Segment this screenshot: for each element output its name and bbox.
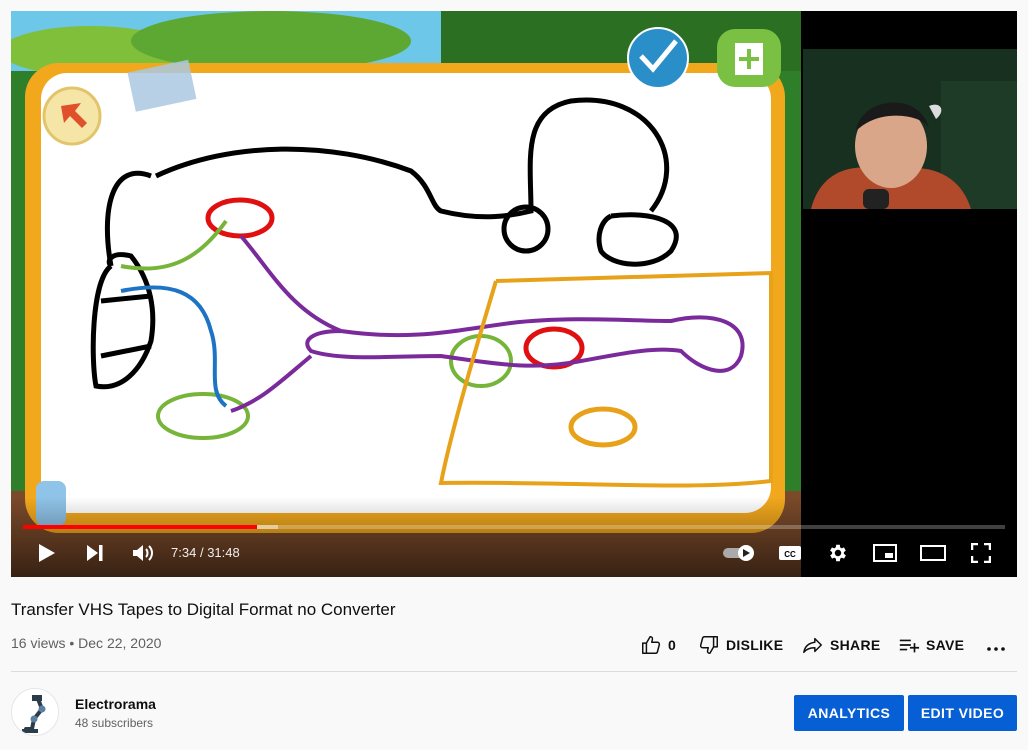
miniplayer-button[interactable] xyxy=(871,539,899,567)
more-actions-button[interactable] xyxy=(986,632,1012,658)
time-separator: / xyxy=(199,545,204,560)
autoplay-toggle[interactable] xyxy=(721,539,757,567)
video-title: Transfer VHS Tapes to Digital Format no … xyxy=(11,600,396,619)
next-button[interactable] xyxy=(83,539,107,567)
dislike-button[interactable]: DISLIKE xyxy=(698,632,783,658)
like-count: 0 xyxy=(668,637,677,653)
subscriber-count: 48 subscribers xyxy=(75,716,154,730)
theater-icon xyxy=(920,545,946,561)
settings-button[interactable] xyxy=(825,539,851,567)
playlist-add-icon xyxy=(899,639,920,653)
captions-button[interactable]: CC xyxy=(777,539,803,567)
thumbs-down-icon xyxy=(699,636,718,654)
upload-date: Dec 22, 2020 xyxy=(78,635,162,651)
share-button[interactable]: SHARE xyxy=(802,632,881,658)
save-button[interactable]: SAVE xyxy=(898,632,964,658)
progress-played xyxy=(23,525,257,529)
share-icon xyxy=(803,637,822,654)
divider xyxy=(11,671,1017,672)
edit-video-button[interactable]: EDIT VIDEO xyxy=(908,695,1017,731)
fullscreen-icon xyxy=(971,543,991,563)
save-label: SAVE xyxy=(926,637,965,653)
progress-bar[interactable] xyxy=(23,525,1005,529)
miniplayer-icon xyxy=(873,544,897,562)
channel-name[interactable]: Electrorama xyxy=(75,696,156,712)
captions-icon: CC xyxy=(779,546,801,560)
volume-icon xyxy=(133,545,153,561)
analytics-button[interactable]: ANALYTICS xyxy=(794,695,904,731)
dislike-label: DISLIKE xyxy=(726,637,784,653)
autoplay-toggle-icon xyxy=(723,545,754,561)
play-button[interactable] xyxy=(35,539,59,567)
thumbs-up-icon xyxy=(642,636,661,654)
view-count: 16 views xyxy=(11,635,66,651)
play-icon xyxy=(39,544,55,562)
share-label: SHARE xyxy=(830,637,881,653)
channel-avatar[interactable] xyxy=(11,688,59,736)
theater-button[interactable] xyxy=(919,539,947,567)
more-icon xyxy=(987,647,1005,651)
like-button[interactable]: 0 xyxy=(640,632,676,658)
svg-text:CC: CC xyxy=(784,550,796,559)
time-total: 31:48 xyxy=(207,545,240,560)
robot-arm-icon xyxy=(12,689,58,735)
video-frame xyxy=(11,11,1017,577)
volume-button[interactable] xyxy=(131,539,155,567)
next-icon xyxy=(87,545,103,561)
meta-separator: • xyxy=(69,635,75,651)
video-meta: 16 views • Dec 22, 2020 xyxy=(11,635,161,651)
video-player[interactable]: 7:34 / 31:48 CC xyxy=(11,11,1017,577)
fullscreen-button[interactable] xyxy=(967,539,995,567)
time-display: 7:34 / 31:48 xyxy=(171,545,240,560)
gear-icon xyxy=(830,544,846,562)
time-current: 7:34 xyxy=(171,545,197,560)
